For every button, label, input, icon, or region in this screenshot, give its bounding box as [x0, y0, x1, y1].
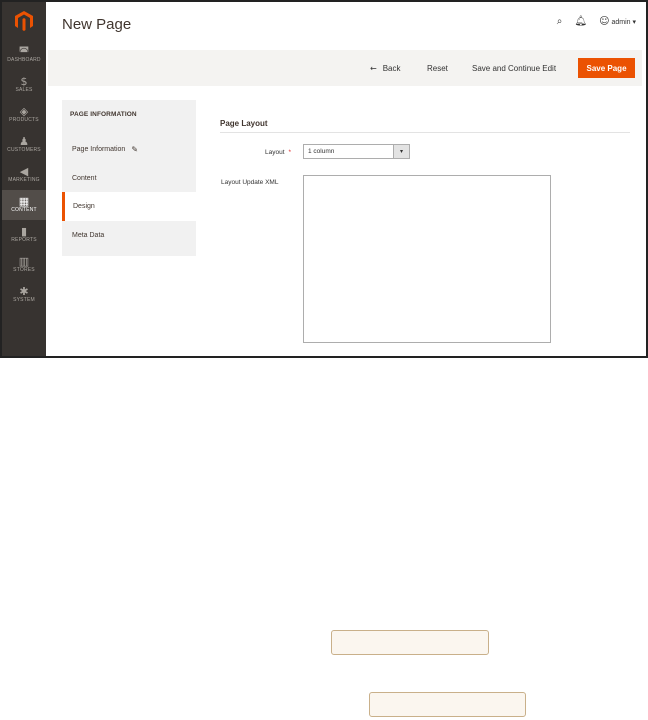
page-actions-toolbar: ← Back Reset Save and Continue Edit Save… — [48, 50, 642, 86]
user-menu[interactable]: ☺ admin ▾ — [599, 16, 636, 27]
sidebar-item-stores[interactable]: ▥ STORES — [2, 250, 46, 280]
search-icon[interactable]: ⌕ — [557, 16, 563, 27]
sidebar-item-label: MARKETING — [8, 177, 40, 183]
section-divider — [220, 132, 630, 133]
section-title: Page Layout — [220, 119, 268, 128]
sidebar-item-label: REPORTS — [11, 237, 37, 243]
store-icon: ▥ — [18, 255, 30, 268]
content-icon: ▦ — [18, 195, 30, 208]
layout-label: Layout — [265, 149, 285, 156]
callout-box — [331, 630, 489, 655]
cube-icon: ◈ — [19, 105, 29, 118]
reset-button[interactable]: Reset — [427, 58, 448, 78]
header-actions: ⌕ 🔔︎ ☺ admin ▾ — [557, 16, 636, 27]
dashboard-icon: ◚ — [18, 45, 30, 58]
layout-select-value: 1 column — [308, 148, 335, 155]
arrow-left-icon: ← — [370, 63, 377, 73]
person-icon: ♟ — [19, 135, 29, 148]
magento-logo-icon — [15, 11, 33, 31]
back-button[interactable]: ← Back — [370, 58, 401, 78]
admin-screenshot: ◚ DASHBOARD $ SALES ◈ PRODUCTS ♟ CUSTOMERS ◀ MARK… — [0, 0, 648, 358]
sidebar-item-content[interactable]: ▦ CONTENT — [2, 190, 46, 220]
sidebar-item-label: STORES — [13, 267, 35, 273]
chevron-down-icon: ▾ — [632, 19, 636, 26]
tab-meta-data[interactable]: Meta Data — [62, 221, 196, 250]
page-title: New Page — [62, 16, 132, 33]
tab-page-information[interactable]: Page Information ✎ — [62, 135, 196, 164]
required-marker: * — [288, 149, 292, 156]
sidebar-item-label: CONTENT — [11, 207, 37, 213]
callout-box — [369, 692, 526, 717]
tab-label: Page Information — [72, 146, 126, 153]
layout-field-label: Layout * — [265, 149, 291, 156]
page-tabs: PAGE INFORMATION Page Information ✎ Cont… — [62, 100, 196, 256]
tab-design[interactable]: Design — [62, 192, 196, 221]
sidebar-item-dashboard[interactable]: ◚ DASHBOARD — [2, 40, 46, 70]
sidebar-item-label: SYSTEM — [13, 297, 35, 303]
save-page-button[interactable]: Save Page — [578, 58, 635, 78]
sidebar-item-label: SALES — [15, 87, 33, 93]
bell-icon[interactable]: 🔔︎ — [574, 16, 587, 27]
gear-icon: ✱ — [19, 285, 29, 298]
bar-chart-icon: ▮ — [20, 225, 28, 238]
layout-select[interactable]: 1 column ▾ — [303, 144, 410, 159]
sidebar-item-label: DASHBOARD — [7, 57, 41, 63]
sidebar-item-products[interactable]: ◈ PRODUCTS — [2, 100, 46, 130]
tab-label: Design — [73, 203, 95, 210]
sidebar-item-marketing[interactable]: ◀ MARKETING — [2, 160, 46, 190]
tab-label: Meta Data — [72, 232, 105, 239]
sidebar-item-label: CUSTOMERS — [7, 147, 41, 153]
user-icon: ☺ — [599, 16, 610, 27]
magento-logo[interactable] — [2, 2, 46, 40]
layout-update-xml-textarea[interactable] — [303, 175, 551, 343]
sidebar-item-reports[interactable]: ▮ REPORTS — [2, 220, 46, 250]
tab-label: Content — [72, 175, 97, 182]
back-label: Back — [382, 63, 401, 73]
chevron-down-icon: ▾ — [393, 145, 409, 158]
sidebar-item-label: PRODUCTS — [9, 117, 39, 123]
pencil-icon: ✎ — [131, 145, 139, 154]
user-name: admin — [611, 19, 631, 26]
save-and-continue-button[interactable]: Save and Continue Edit — [472, 58, 556, 78]
tabs-title: PAGE INFORMATION — [70, 111, 137, 118]
megaphone-icon: ◀ — [19, 165, 29, 178]
layout-xml-label: Layout Update XML — [221, 179, 279, 186]
sidebar-item-system[interactable]: ✱ SYSTEM — [2, 280, 46, 310]
dollar-icon: $ — [20, 75, 28, 88]
admin-sidebar: ◚ DASHBOARD $ SALES ◈ PRODUCTS ♟ CUSTOMERS ◀ MARK… — [2, 2, 46, 356]
sidebar-item-customers[interactable]: ♟ CUSTOMERS — [2, 130, 46, 160]
tab-content[interactable]: Content — [62, 164, 196, 193]
sidebar-item-sales[interactable]: $ SALES — [2, 70, 46, 100]
